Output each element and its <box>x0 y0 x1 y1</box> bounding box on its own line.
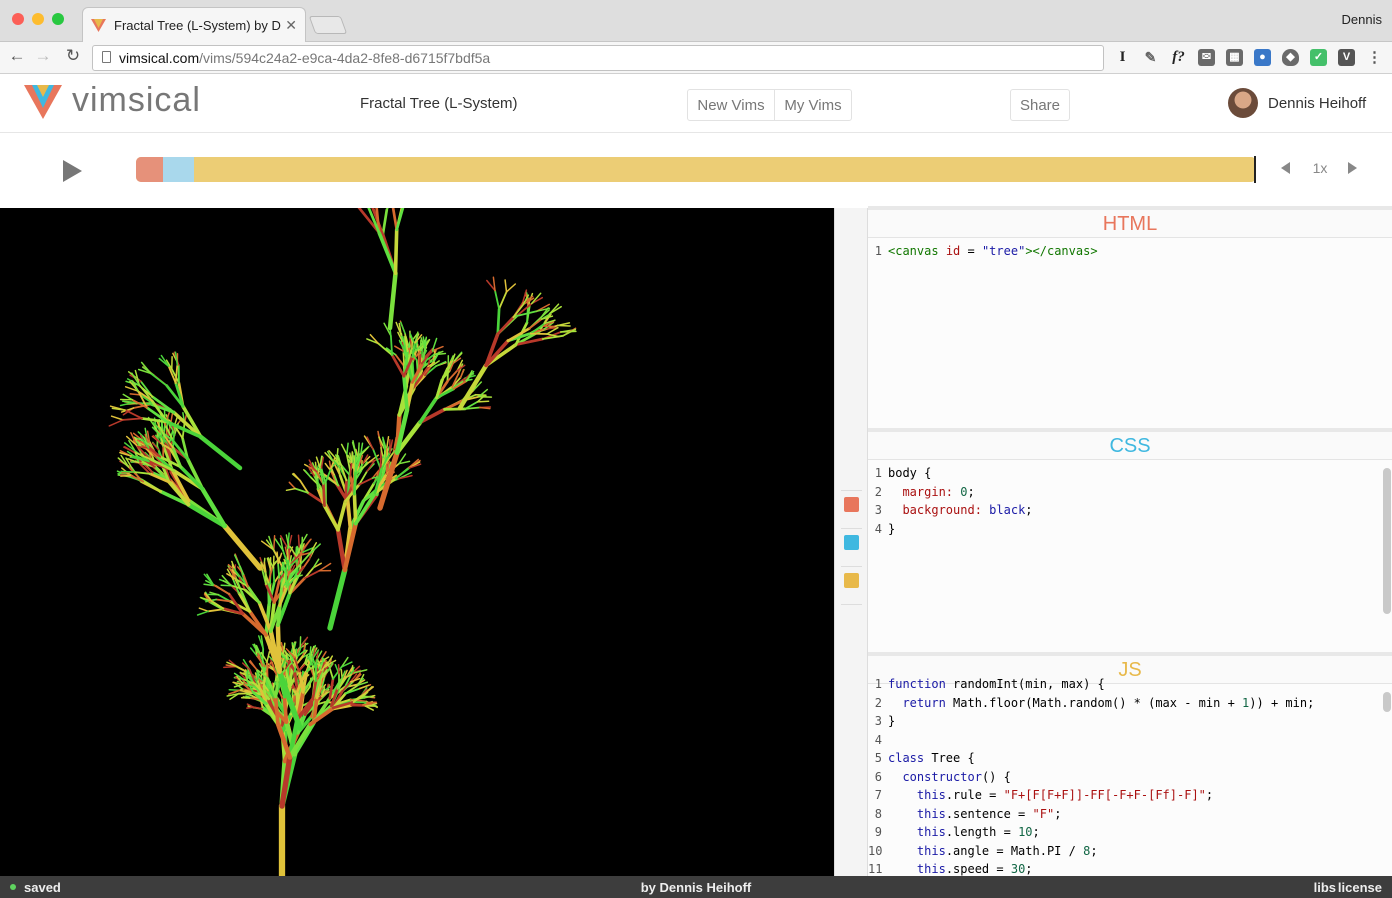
code-line: 7 this.rule = "F+[F[F+F]]-FF[-F+F-[Ff]-F… <box>874 788 1214 802</box>
minimize-window-button[interactable] <box>32 13 44 25</box>
address-bar[interactable]: vimsical.com/vims/594c24a2-e9ca-4da2-8fe… <box>92 45 1104 71</box>
speed-increase-icon[interactable] <box>1348 162 1357 174</box>
preview-canvas[interactable] <box>0 208 834 876</box>
author-credit: by Dennis Heihoff <box>640 880 752 895</box>
text-cursor-extension-icon[interactable]: I <box>1114 49 1131 66</box>
menu-dots-icon[interactable]: ⋮ <box>1366 49 1383 66</box>
vimium-extension-icon[interactable]: V <box>1338 49 1355 66</box>
code-line: 1 <canvas id = "tree"></canvas> <box>874 244 1098 258</box>
back-arrow-icon[interactable]: ← <box>6 46 28 66</box>
timeline-js-segment <box>194 157 1256 182</box>
status-bar: saved by Dennis Heihoff libs license <box>0 876 1392 898</box>
share-button[interactable]: Share <box>1010 89 1070 121</box>
code-line: 4} <box>874 521 896 536</box>
timeline[interactable] <box>136 157 1256 182</box>
playback-speed[interactable]: 1x <box>1306 160 1334 176</box>
mail-extension-icon[interactable]: ✉ <box>1198 49 1215 66</box>
code-line: 9 this.length = 10; <box>874 825 1040 839</box>
maximize-window-button[interactable] <box>52 13 64 25</box>
font-extension-icon[interactable]: f? <box>1170 49 1187 66</box>
editor-divider[interactable] <box>834 208 868 876</box>
code-line: 11 this.speed = 30; <box>868 862 1033 876</box>
page-icon <box>102 51 111 63</box>
play-icon[interactable] <box>63 160 82 182</box>
html-editor-panel: HTML 1 <canvas id = "tree"></canvas> <box>868 206 1392 428</box>
timeline-playhead[interactable] <box>1254 156 1256 183</box>
app-header: vimsical Fractal Tree (L-System) New Vim… <box>0 75 1392 133</box>
css-code[interactable]: 1 body { 2 margin: 0; 3 background: black… <box>868 460 1392 538</box>
html-swatch[interactable] <box>844 497 859 512</box>
css-swatch[interactable] <box>844 535 859 550</box>
forward-arrow-icon[interactable]: → <box>32 46 54 66</box>
code-line: 2 return Math.floor(Math.random() * (max… <box>874 695 1315 710</box>
calendar-extension-icon[interactable]: ▦ <box>1226 49 1243 66</box>
license-link[interactable]: license <box>1338 880 1382 895</box>
fractal-tree-image <box>108 208 577 876</box>
green-extension-icon[interactable]: ✓ <box>1310 49 1327 66</box>
code-line: 5 class Tree { <box>874 751 975 765</box>
eyedropper-extension-icon[interactable]: ✎ <box>1142 49 1159 66</box>
code-line: 4 <box>874 732 882 747</box>
avatar[interactable] <box>1228 88 1258 118</box>
vimsical-logo-icon[interactable] <box>24 83 62 119</box>
code-line: 1 body { <box>874 466 932 480</box>
css-scrollbar[interactable] <box>1383 468 1391 614</box>
js-editor-panel: JS 1 function randomInt(min, max) { 2 ret… <box>868 652 1392 876</box>
my-vims-button[interactable]: My Vims <box>774 89 852 121</box>
swatch-separator <box>841 604 862 605</box>
code-line: 3 background: black; <box>874 503 1033 517</box>
timeline-html-segment <box>136 157 163 182</box>
swatch-separator <box>841 490 862 491</box>
speed-decrease-icon[interactable] <box>1281 162 1290 174</box>
js-scrollbar[interactable] <box>1383 692 1391 712</box>
new-tab-button[interactable] <box>308 16 348 34</box>
swatch-separator <box>841 566 862 567</box>
pill-extension-icon[interactable]: ● <box>1254 49 1271 66</box>
browser-tab[interactable]: Fractal Tree (L-System) by Dennis Heihof… <box>82 7 306 42</box>
user-name[interactable]: Dennis Heihoff <box>1268 95 1366 112</box>
libs-link[interactable]: libs <box>1314 880 1336 895</box>
close-window-button[interactable] <box>12 13 24 25</box>
code-line: 2 margin: 0; <box>874 484 975 499</box>
js-code[interactable]: 1 function randomInt(min, max) { 2 return… <box>868 675 1392 876</box>
logo-wordmark[interactable]: vimsical <box>72 81 201 120</box>
url-path: /vims/594c24a2-e9ca-4da2-8fe8-d6715f7bdf… <box>199 50 491 66</box>
tab-title: Fractal Tree (L-System) by Dennis Heihof… <box>114 17 281 33</box>
close-tab-icon[interactable]: ✕ <box>285 17 297 34</box>
new-vims-button[interactable]: New Vims <box>687 89 775 121</box>
vim-title: Fractal Tree (L-System) <box>360 95 518 112</box>
url-domain: vimsical.com <box>119 50 200 66</box>
css-editor-panel: CSS 1 body { 2 margin: 0; 3 background: b… <box>868 428 1392 652</box>
html-code[interactable]: 1 <canvas id = "tree"></canvas> <box>868 238 1392 261</box>
shield-extension-icon[interactable]: ◆ <box>1282 49 1299 66</box>
browser-profile-name[interactable]: Dennis <box>1342 12 1382 27</box>
css-panel-title: CSS <box>868 432 1392 460</box>
code-line: 3} <box>874 714 896 728</box>
code-line: 10 this.angle = Math.PI / 8; <box>868 843 1098 858</box>
playback-bar: 1x <box>0 133 1392 207</box>
browser-titlebar: Fractal Tree (L-System) by Dennis Heihof… <box>0 0 1392 42</box>
browser-toolbar: ← → ↻ vimsical.com/vims/594c24a2-e9ca-4d… <box>0 42 1392 74</box>
swatch-separator <box>841 528 862 529</box>
code-line: 6 constructor() { <box>874 769 1011 784</box>
vimsical-favicon-icon <box>91 18 106 32</box>
code-line: 8 this.sentence = "F"; <box>874 806 1062 821</box>
timeline-css-segment <box>163 157 194 182</box>
reload-icon[interactable]: ↻ <box>62 46 84 66</box>
html-panel-title: HTML <box>868 210 1392 238</box>
js-swatch[interactable] <box>844 573 859 588</box>
